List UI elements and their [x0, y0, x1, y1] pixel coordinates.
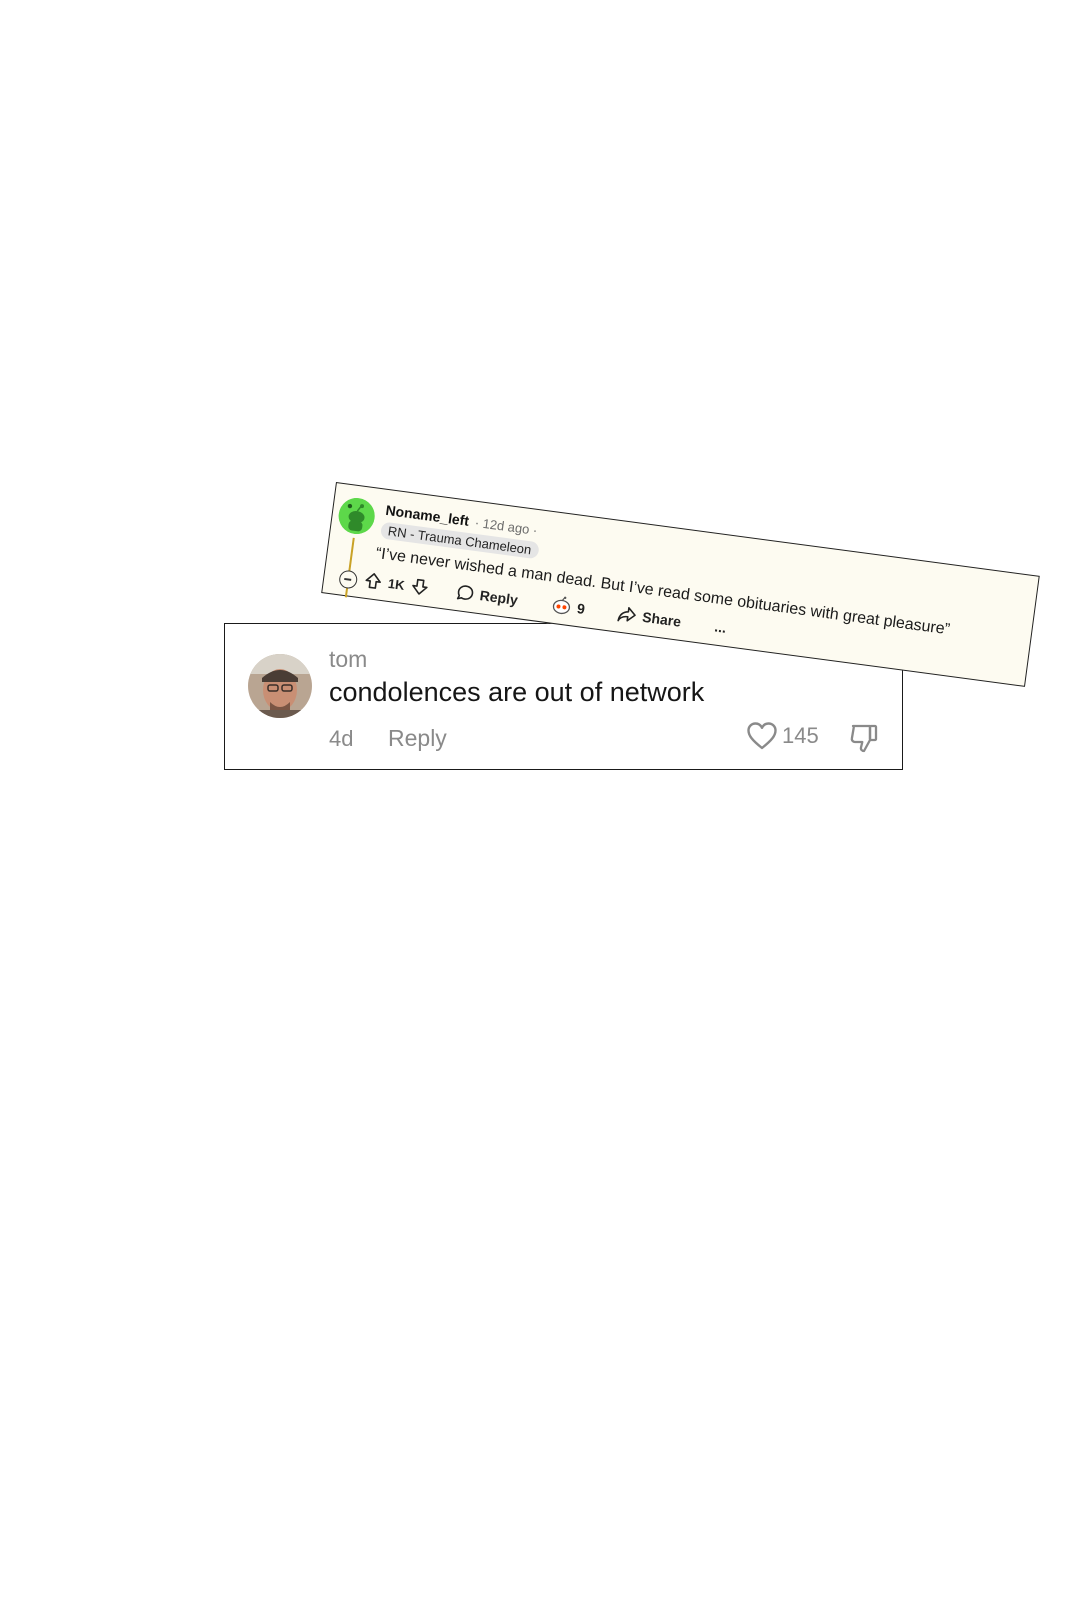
- snoo-avatar-icon: [338, 498, 375, 535]
- award-count: 9: [576, 600, 586, 617]
- more-icon: ...: [713, 618, 728, 636]
- upvote-button[interactable]: [363, 571, 383, 591]
- comment-timestamp: 4d: [329, 726, 354, 751]
- comment-icon: [456, 585, 473, 600]
- award-button[interactable]: 9: [550, 595, 586, 619]
- avatar[interactable]: [248, 654, 312, 718]
- avatar[interactable]: [336, 495, 377, 537]
- reply-label: Reply: [478, 587, 519, 609]
- thumbs-down-icon: [850, 724, 878, 753]
- vote-count: 1K: [387, 575, 406, 593]
- comment-username[interactable]: tom: [329, 646, 367, 673]
- more-options-button[interactable]: ...: [714, 618, 728, 635]
- avatar-photo-icon: [248, 654, 312, 718]
- like-button[interactable]: 145: [746, 721, 819, 751]
- downvote-icon: [411, 578, 428, 595]
- reply-button[interactable]: Reply: [455, 583, 519, 609]
- heart-icon: [747, 722, 777, 750]
- collapse-icon[interactable]: [338, 569, 359, 590]
- downvote-button[interactable]: [409, 577, 429, 597]
- like-count: 145: [782, 723, 819, 748]
- thread-line: [344, 537, 355, 598]
- share-icon: [616, 606, 636, 622]
- upvote-icon: [365, 573, 381, 589]
- share-label: Share: [641, 608, 683, 630]
- dislike-button[interactable]: [848, 722, 880, 759]
- share-button[interactable]: Share: [615, 604, 682, 630]
- comment-text: condolences are out of network: [329, 677, 705, 707]
- reply-button[interactable]: Reply: [388, 725, 447, 752]
- award-icon: [552, 596, 570, 615]
